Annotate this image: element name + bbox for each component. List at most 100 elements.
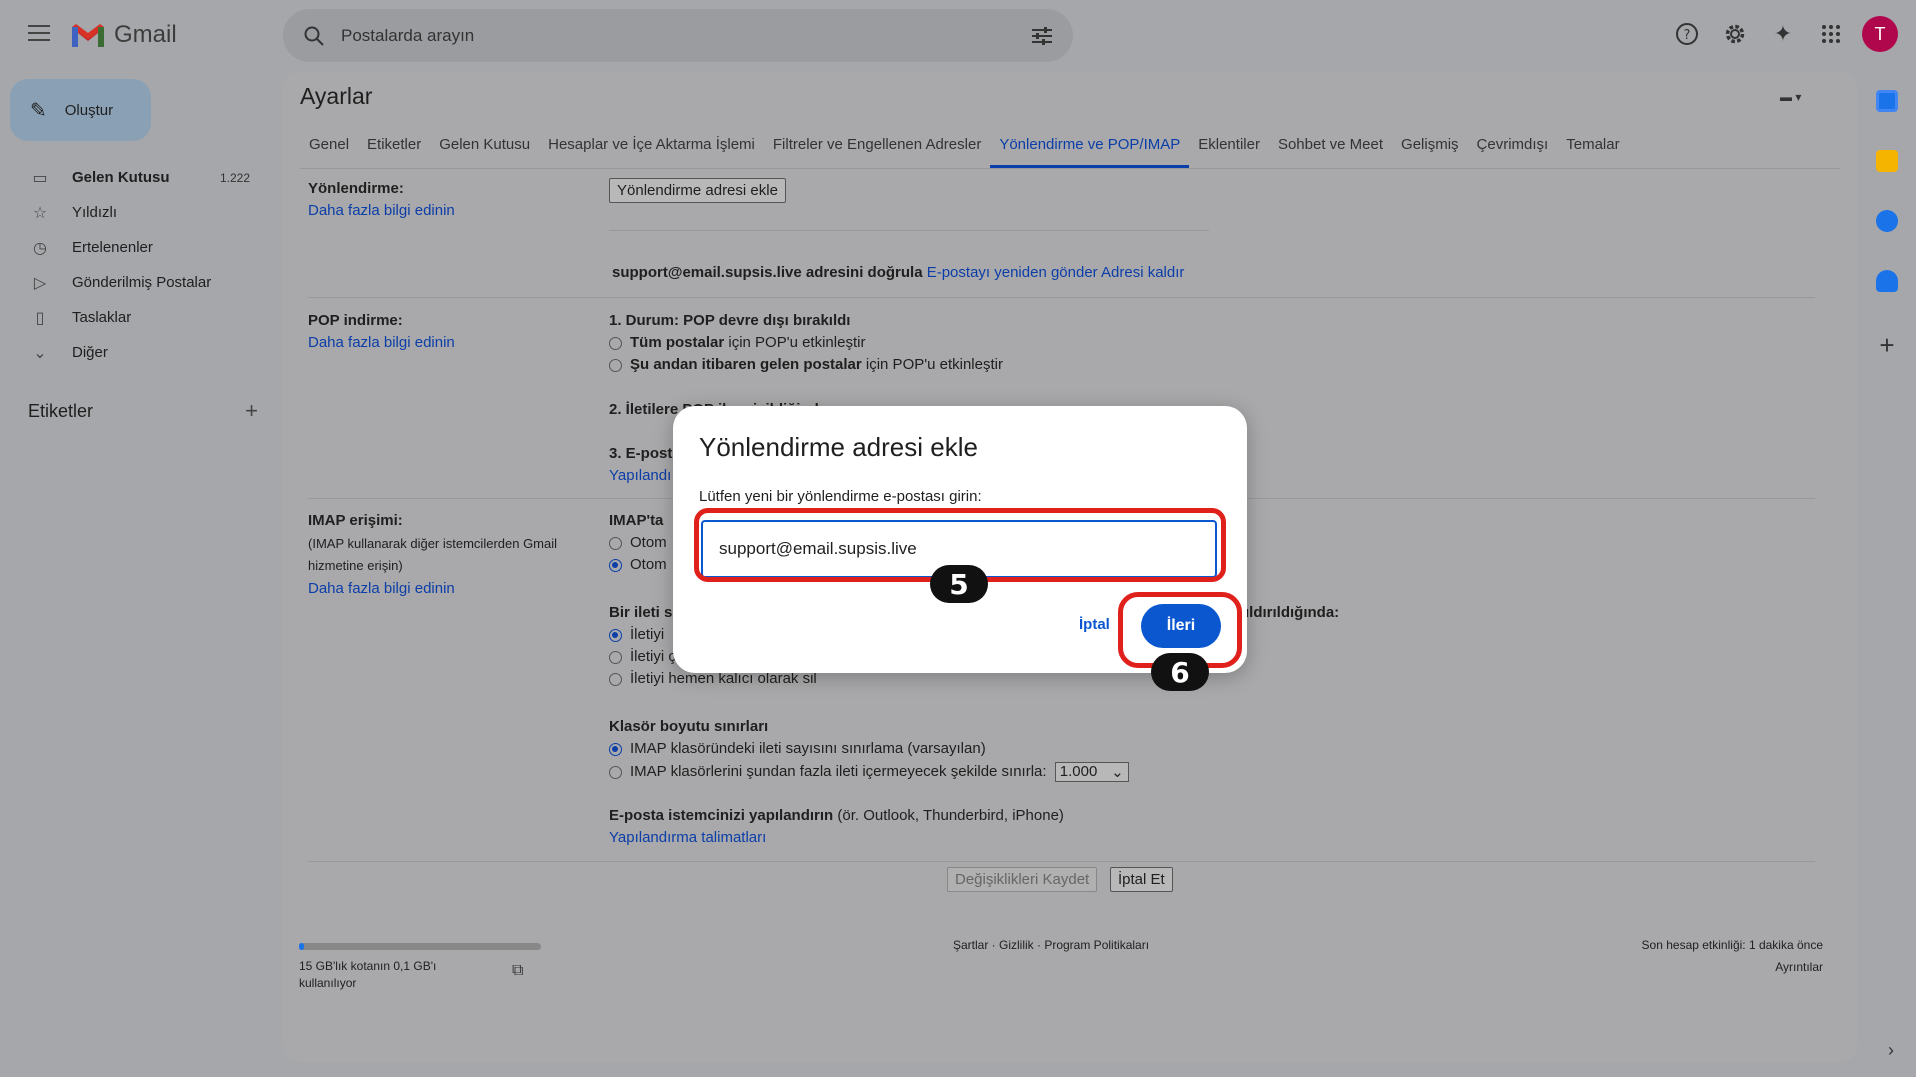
tasks-icon[interactable] — [1876, 210, 1898, 232]
imap-auto-option-1[interactable]: Otom — [609, 534, 667, 551]
tab-filters[interactable]: Filtreler ve Engellenen Adresler — [764, 130, 990, 168]
pop-option-all[interactable]: Tüm postalar için POP'u etkinleştir — [609, 334, 865, 351]
storage-bar-fill — [299, 943, 304, 950]
cancel-changes-button[interactable]: İptal Et — [1110, 867, 1173, 892]
search-input[interactable]: Postalarda arayın — [341, 26, 1031, 46]
help-icon[interactable]: ? — [1670, 17, 1704, 51]
folder-size-option-2[interactable]: IMAP klasörlerini şundan fazla ileti içe… — [609, 762, 1129, 782]
add-addon-plus-icon[interactable]: + — [1879, 330, 1894, 361]
footer-links[interactable]: Şartlar · Gizlilik · Program Politikalar… — [953, 938, 1149, 952]
dialog-cancel-button[interactable]: İptal — [1079, 616, 1110, 633]
main-menu-button[interactable] — [24, 20, 54, 50]
sidebar-item-snoozed[interactable]: ◷ Ertelenenler — [0, 230, 270, 265]
tab-chat-meet[interactable]: Sohbet ve Meet — [1269, 130, 1392, 168]
settings-gear-icon[interactable] — [1718, 17, 1752, 51]
tab-advanced[interactable]: Gelişmiş — [1392, 130, 1468, 168]
star-icon: ☆ — [32, 204, 48, 222]
divider — [308, 297, 1815, 298]
keep-icon[interactable] — [1876, 150, 1898, 172]
gemini-sparkle-icon[interactable]: ✦ — [1766, 17, 1800, 51]
input-tools-keyboard-icon[interactable]: ▬ ▾ — [1780, 90, 1801, 104]
sidebar-nav: ▭ Gelen Kutusu 1.222 ☆ Yıldızlı ◷ Ertelenenl… — [0, 160, 270, 370]
pop-learn-more-link[interactable]: Daha fazla bilgi edinin — [308, 334, 455, 351]
imap-delete-option-2[interactable]: İletiyi ç — [609, 648, 676, 665]
imap-learn-more-link[interactable]: Daha fazla bilgi edinin — [308, 580, 455, 597]
client-config-heading-row: E-posta istemcinizi yapılandırın (ör. Ou… — [609, 807, 1064, 824]
step-5-badge: 5 — [930, 565, 988, 603]
imap-delete-radio-3[interactable] — [609, 672, 622, 686]
imap-delete-option-1[interactable]: İletiyi — [609, 626, 664, 643]
tab-offline[interactable]: Çevrimdışı — [1468, 130, 1558, 168]
forwarding-learn-more-link[interactable]: Daha fazla bilgi edinin — [308, 202, 455, 219]
imap-heading: IMAP'ta — [609, 512, 664, 529]
side-panel-rail: + — [1858, 80, 1916, 361]
storage-bar — [299, 943, 541, 950]
contacts-icon[interactable] — [1876, 270, 1898, 292]
search-options-icon[interactable] — [1031, 26, 1053, 46]
remove-address-link[interactable]: Adresi kaldır — [1101, 264, 1184, 281]
dialog-prompt: Lütfen yeni bir yönlendirme e-postası gi… — [699, 488, 982, 505]
client-config-link[interactable]: Yapılandırma talimatları — [609, 829, 766, 846]
imap-desc-line2: hizmetine erişin) — [308, 558, 403, 573]
labels-heading: Etiketler — [28, 400, 94, 421]
gmail-logo-text: Gmail — [114, 21, 177, 48]
folder-size-radio-2[interactable] — [609, 765, 622, 779]
step-6-badge: 6 — [1151, 653, 1209, 691]
pop-status: 1. Durum: POP devre dışı bırakıldı — [609, 312, 851, 329]
divider — [609, 230, 1209, 231]
imap-auto-radio-1[interactable] — [609, 536, 622, 550]
chevron-down-icon: ⌄ — [33, 344, 47, 362]
tab-accounts[interactable]: Hesaplar ve İçe Aktarma İşlemi — [539, 130, 764, 168]
sidebar-item-sent[interactable]: ▷ Gönderilmiş Postalar — [0, 265, 270, 300]
imap-delete-heading: Bir ileti s — [609, 604, 673, 621]
sidebar-item-drafts[interactable]: ▯ Taslaklar — [0, 300, 270, 335]
inbox-icon: ▭ — [32, 169, 48, 187]
forwarding-label: Yönlendirme: — [308, 180, 404, 197]
sidebar-item-inbox[interactable]: ▭ Gelen Kutusu 1.222 — [0, 160, 270, 195]
details-link[interactable]: Ayrıntılar — [1775, 960, 1823, 974]
folder-size-heading: Klasör boyutu sınırları — [609, 718, 769, 735]
imap-desc-line1: (IMAP kullanarak diğer istemcilerden Gma… — [308, 536, 558, 551]
sidebar-item-starred[interactable]: ☆ Yıldızlı — [0, 195, 270, 230]
pencil-icon: ✎ — [30, 99, 47, 122]
select-chevron-icon: ⌄ — [1111, 764, 1124, 781]
settings-tabs: Genel Etiketler Gelen Kutusu Hesaplar ve… — [300, 130, 1840, 169]
add-label-plus-icon[interactable]: + — [245, 398, 258, 424]
gmail-m-icon — [72, 24, 104, 47]
search-icon[interactable] — [303, 25, 325, 47]
open-external-icon[interactable]: ⧉ — [512, 962, 523, 980]
gmail-logo[interactable]: Gmail — [70, 20, 177, 50]
resend-email-link[interactable]: E-postayı yeniden gönder — [927, 264, 1098, 281]
imap-auto-radio-2[interactable] — [609, 558, 622, 572]
tab-inbox[interactable]: Gelen Kutusu — [430, 130, 539, 168]
tab-addons[interactable]: Eklentiler — [1189, 130, 1269, 168]
pop-config-link[interactable]: Yapılandı — [609, 467, 671, 484]
account-avatar[interactable]: T — [1862, 16, 1898, 52]
folder-size-radio-1[interactable] — [609, 742, 622, 756]
pop-label: POP indirme: — [308, 312, 403, 329]
pop-step3-label: 3. E-post — [609, 445, 673, 462]
imap-delete-radio-1[interactable] — [609, 628, 622, 642]
clock-icon: ◷ — [33, 239, 47, 257]
tab-themes[interactable]: Temalar — [1557, 130, 1628, 168]
tab-labels[interactable]: Etiketler — [358, 130, 430, 168]
tab-general[interactable]: Genel — [300, 130, 358, 168]
calendar-icon[interactable] — [1876, 90, 1898, 112]
pop-all-radio[interactable] — [609, 336, 622, 350]
folder-size-option-1[interactable]: IMAP klasöründeki ileti sayısını sınırla… — [609, 740, 986, 757]
imap-delete-radio-2[interactable] — [609, 650, 622, 664]
tab-forwarding-pop-imap[interactable]: Yönlendirme ve POP/IMAP — [990, 130, 1190, 168]
sidebar-item-more[interactable]: ⌄ Diğer — [0, 335, 270, 370]
page-title: Ayarlar — [300, 83, 373, 109]
expand-panel-chevron-icon[interactable]: › — [1888, 1040, 1894, 1061]
apps-grid-icon[interactable] — [1814, 17, 1848, 51]
folder-limit-select[interactable]: 1.000 ⌄ — [1054, 762, 1129, 782]
pop-option-from-now[interactable]: Şu andan itibaren gelen postalar için PO… — [609, 356, 1003, 373]
send-icon: ▷ — [33, 274, 47, 292]
add-forwarding-address-button[interactable]: Yönlendirme adresi ekle — [609, 178, 786, 203]
pop-from-now-radio[interactable] — [609, 358, 622, 372]
imap-auto-option-2[interactable]: Otom — [609, 556, 667, 573]
save-changes-button[interactable]: Değişiklikleri Kaydet — [947, 867, 1098, 892]
search-bar[interactable]: Postalarda arayın — [283, 9, 1073, 62]
compose-button[interactable]: ✎ Oluştur — [10, 79, 151, 141]
